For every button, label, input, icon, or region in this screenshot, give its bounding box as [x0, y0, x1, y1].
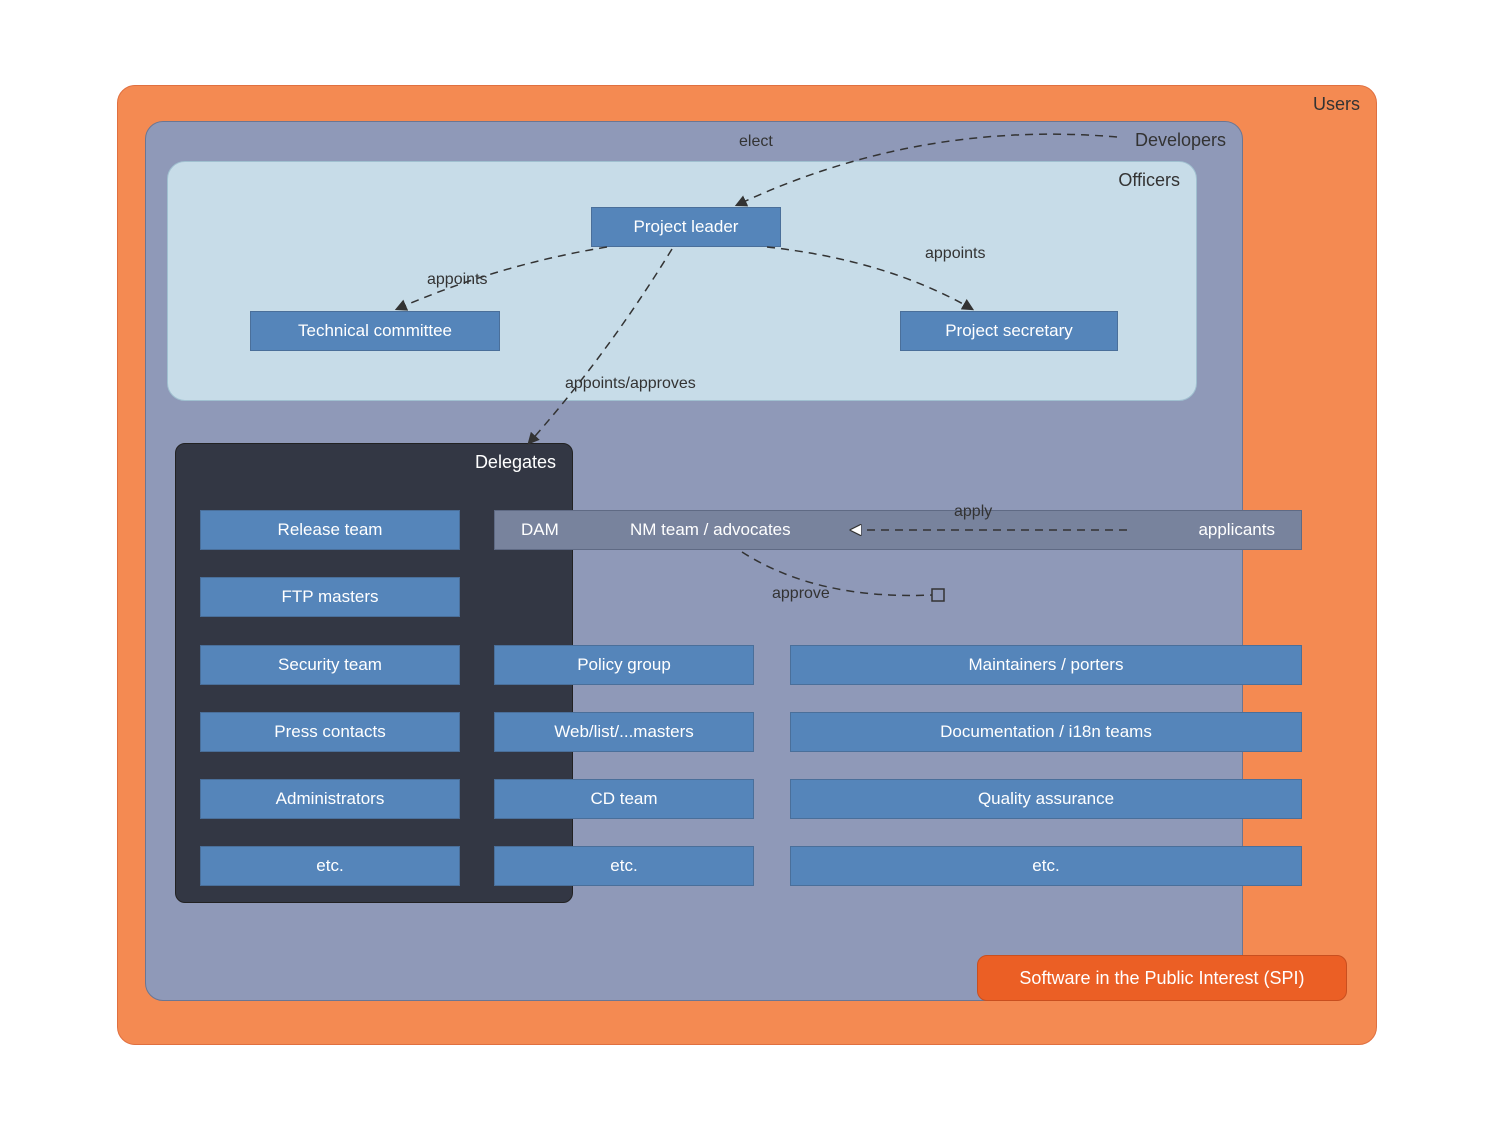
label-elect: elect — [739, 133, 773, 151]
box-right-etc: etc. — [790, 846, 1302, 886]
label-approve: approve — [772, 585, 830, 603]
box-quality-assurance: Quality assurance — [790, 779, 1302, 819]
label-officers: Officers — [1118, 170, 1180, 191]
box-release-team: Release team — [200, 510, 460, 550]
box-delegates-etc: etc. — [200, 846, 460, 886]
diagram-canvas: Users Developers Officers Project leader… — [117, 85, 1377, 1045]
container-officers: Officers — [167, 161, 1197, 401]
box-security-team: Security team — [200, 645, 460, 685]
box-technical-committee: Technical committee — [250, 311, 500, 351]
box-cd-team: CD team — [494, 779, 754, 819]
seg-nm: NM team / advocates — [630, 520, 791, 540]
label-developers: Developers — [1135, 130, 1226, 151]
label-users: Users — [1313, 94, 1360, 115]
box-project-secretary: Project secretary — [900, 311, 1118, 351]
box-administrators: Administrators — [200, 779, 460, 819]
label-appoints-left: appoints — [427, 271, 488, 289]
box-web-list-masters: Web/list/...masters — [494, 712, 754, 752]
label-apply: apply — [954, 503, 992, 521]
box-ftp-masters: FTP masters — [200, 577, 460, 617]
label-appoints-approves: appoints/approves — [565, 375, 696, 393]
seg-applicants: applicants — [1198, 520, 1275, 540]
box-policy-group: Policy group — [494, 645, 754, 685]
box-documentation: Documentation / i18n teams — [790, 712, 1302, 752]
box-project-leader: Project leader — [591, 207, 781, 247]
box-spi: Software in the Public Interest (SPI) — [977, 955, 1347, 1001]
box-press-contacts: Press contacts — [200, 712, 460, 752]
box-middle-etc: etc. — [494, 846, 754, 886]
bar-dam-nm-applicants: DAM NM team / advocates applicants — [494, 510, 1302, 550]
label-appoints-right: appoints — [925, 245, 986, 263]
box-maintainers: Maintainers / porters — [790, 645, 1302, 685]
label-delegates: Delegates — [475, 452, 556, 473]
seg-dam: DAM — [521, 520, 559, 540]
